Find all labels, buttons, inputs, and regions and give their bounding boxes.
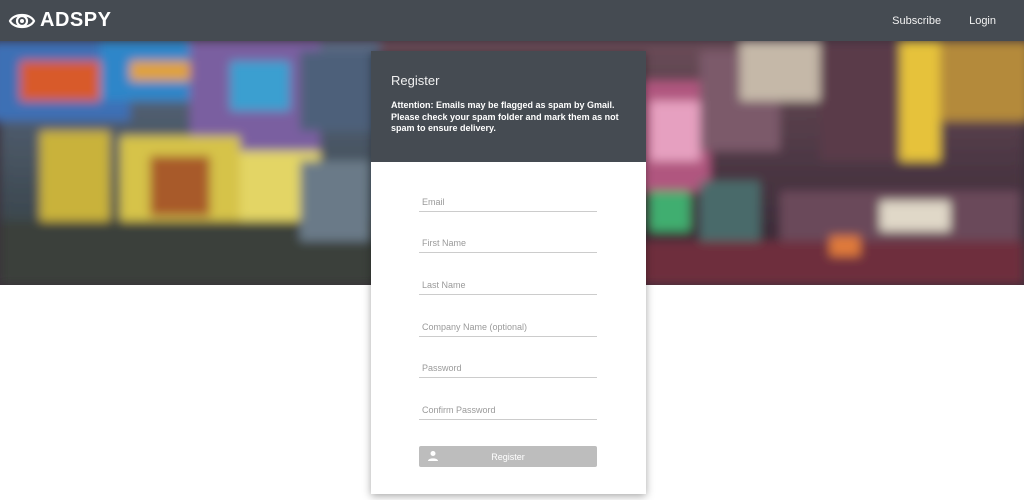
register-title: Register xyxy=(391,73,440,88)
register-button[interactable]: Register xyxy=(419,446,597,467)
eye-logo-icon xyxy=(8,13,36,28)
register-card-header: Register Attention: Emails may be flagge… xyxy=(371,51,646,162)
register-card: Register Attention: Emails may be flagge… xyxy=(371,51,646,494)
nav-subscribe-link[interactable]: Subscribe xyxy=(892,15,941,27)
company-name-field[interactable] xyxy=(419,319,597,337)
register-button-label: Register xyxy=(491,451,525,462)
brand-logo[interactable]: ADSPY xyxy=(8,9,111,32)
confirm-password-field[interactable] xyxy=(419,402,597,420)
nav-login-link[interactable]: Login xyxy=(969,15,996,27)
last-name-field[interactable] xyxy=(419,277,597,295)
top-navbar: ADSPY Subscribe Login xyxy=(0,0,1024,41)
user-icon xyxy=(428,451,438,461)
password-field[interactable] xyxy=(419,360,597,378)
brand-name: ADSPY xyxy=(40,9,112,31)
email-field[interactable] xyxy=(419,194,597,212)
spam-notice: Attention: Emails may be flagged as spam… xyxy=(391,100,619,133)
nav-links: Subscribe Login xyxy=(864,15,996,27)
first-name-field[interactable] xyxy=(419,235,597,253)
